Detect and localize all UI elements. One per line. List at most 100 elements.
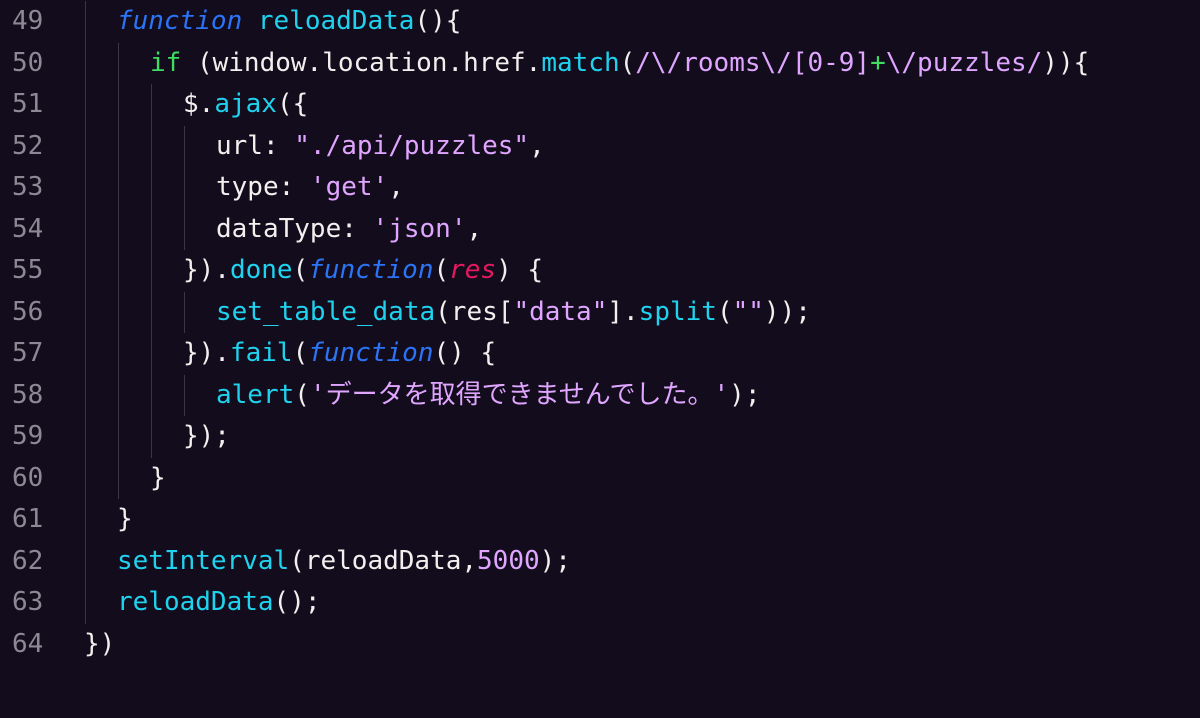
code-text[interactable]: if (window.location.href.match(/\/rooms\… [150,43,1089,85]
line-number: 54 [12,213,44,244]
code-token: + [870,47,886,78]
line-number: 51 [12,89,44,120]
code-token: (reloadData, [289,545,478,576]
code-line[interactable]: 52 url: "./api/puzzles", [0,126,1200,168]
code-text[interactable]: setInterval(reloadData,5000); [117,541,571,583]
code-token: ({ [276,89,309,120]
code-token: ) { [496,255,544,286]
code-text[interactable]: set_table_data(res["data"].split("")); [216,292,811,334]
code-line[interactable]: 55}).done(function(res) { [0,250,1200,292]
code-token: /\/rooms\/[0-9] [635,47,871,78]
code-token: "data" [513,296,608,327]
line-number: 57 [12,338,44,369]
code-token: )){ [1042,47,1090,78]
code-text[interactable]: $.ajax({ [183,84,308,126]
code-token: 'get' [309,172,389,203]
line-number: 61 [12,504,44,535]
code-token: reloadData [117,587,274,618]
code-token: 'json' [372,213,467,244]
code-text[interactable]: dataType: 'json', [216,209,482,251]
code-token: type: [216,172,310,203]
code-text[interactable]: function reloadData(){ [117,1,461,43]
code-line[interactable]: 61} [0,499,1200,541]
code-line[interactable]: 63 reloadData(); [0,582,1200,624]
code-text[interactable]: }).fail(function() { [183,333,496,375]
code-token: (){ [414,6,462,37]
code-token: }). [183,255,230,286]
code-token: "./api/puzzles" [294,130,530,161]
code-token: done [229,255,293,286]
code-token: setInterval [117,545,290,576]
code-line[interactable]: 64}) [0,624,1200,666]
code-line[interactable]: 58 alert('データを取得できませんでした。'); [0,375,1200,417]
line-number: 60 [12,462,44,493]
code-token: , [529,130,545,161]
code-text[interactable]: } [117,499,133,541]
code-token: function [308,255,434,286]
line-number: 63 [12,587,44,618]
code-text[interactable]: } [150,458,166,500]
code-token: , [388,172,404,203]
code-token: ( [292,338,309,369]
line-number: 59 [12,421,44,452]
code-token: }); [183,421,230,452]
code-token: alert [216,379,295,410]
line-number: 64 [12,628,44,659]
code-token: 'データを取得できませんでした。' [309,379,730,410]
code-text[interactable]: reloadData(); [117,582,321,624]
code-text[interactable]: }) [84,624,115,666]
code-text[interactable]: }).done(function(res) { [183,250,543,292]
code-token: ); [729,379,761,410]
code-line[interactable]: 54 dataType: 'json', [0,209,1200,251]
code-token: () { [433,338,497,369]
code-token: ajax [214,89,277,120]
code-token: ( [716,296,733,327]
code-editor[interactable]: 49 function reloadData(){50 if (window.loc… [0,0,1200,718]
code-line[interactable]: 50 if (window.location.href.match(/\/room… [0,43,1200,85]
line-number: 49 [12,6,44,37]
code-token: )); [763,296,811,327]
code-text[interactable]: }); [183,416,230,458]
code-text[interactable]: alert('データを取得できませんでした。'); [216,375,760,417]
code-token: (); [273,587,321,618]
code-token: function [308,338,434,369]
code-token: res [449,255,497,286]
code-text[interactable]: url: "./api/puzzles", [216,126,545,168]
code-token: } [117,504,133,535]
code-token: , [466,213,483,244]
line-number: 56 [12,296,44,327]
code-line[interactable]: 56 set_table_data(res["data"].split("")); [0,292,1200,334]
code-token: \/puzzles/ [885,47,1043,78]
code-line[interactable]: 57 }).fail(function() { [0,333,1200,375]
code-line[interactable]: 49 function reloadData(){ [0,1,1200,43]
code-token: } [150,462,166,493]
code-text[interactable]: type: 'get', [216,167,404,209]
line-number: 62 [12,545,44,576]
code-line[interactable]: 59}); [0,416,1200,458]
code-token: match [541,47,620,78]
code-token: url: [216,130,295,161]
code-token: (res[ [435,296,514,327]
code-token: }). [183,338,230,369]
line-number: 58 [12,379,44,410]
code-token: ( [294,379,310,410]
code-token: ); [539,545,571,576]
line-number: 53 [12,172,44,203]
code-token: if [150,47,182,78]
code-token: $. [183,89,215,120]
line-number: 55 [12,255,44,286]
code-token: ( [292,255,309,286]
code-token: }) [84,628,116,659]
code-line[interactable]: 60} [0,458,1200,500]
code-token: reloadData [257,6,415,37]
line-number: 52 [12,130,44,161]
code-line[interactable]: 62 setInterval(reloadData,5000); [0,541,1200,583]
line-number: 50 [12,47,44,78]
code-token: ]. [607,296,639,327]
code-line[interactable]: 53 type: 'get', [0,167,1200,209]
code-token: (window.location.href. [181,47,542,78]
code-line[interactable]: 51 $.ajax({ [0,84,1200,126]
code-token: set_table_data [216,296,436,327]
code-token: 5000 [477,545,540,576]
